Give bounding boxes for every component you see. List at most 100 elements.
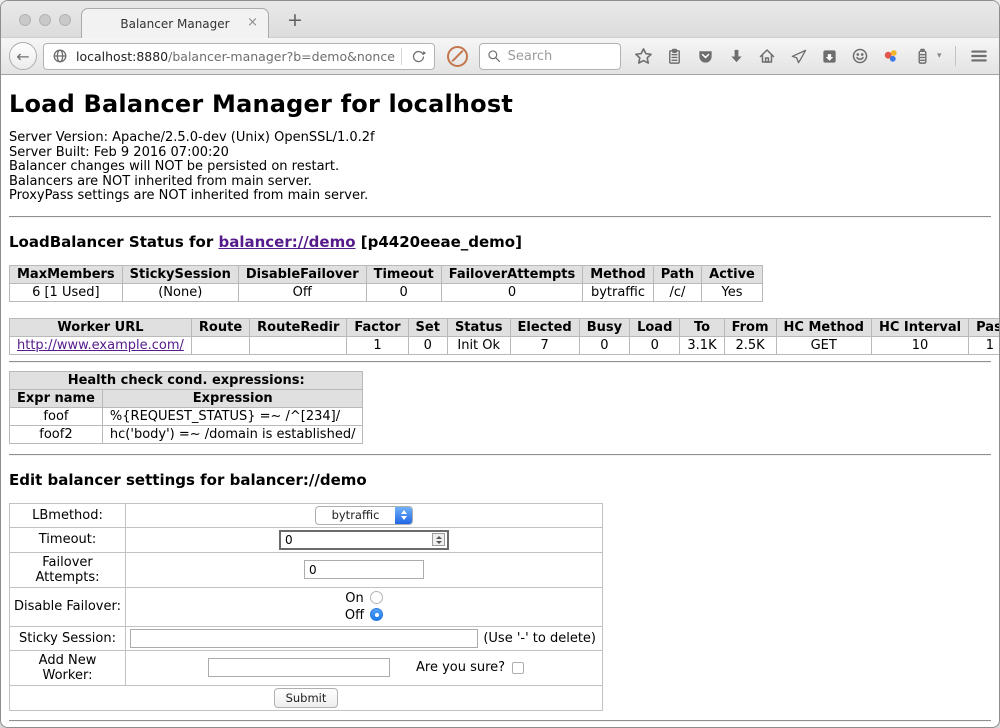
downloads-icon[interactable]	[726, 46, 746, 66]
health-row-foof2: foof2 hc('body') =~ /domain is establish…	[10, 425, 363, 443]
search-icon	[486, 46, 503, 66]
number-spinner-icon[interactable]	[432, 533, 445, 546]
cell-active: Yes	[702, 283, 763, 301]
add-worker-input[interactable]	[208, 658, 390, 677]
add-worker-row: Add New Worker: Are you sure?	[10, 650, 603, 685]
col-passes: Passes	[969, 318, 999, 336]
cell-method: bytraffic	[583, 283, 653, 301]
edit-settings-heading: Edit balancer settings for balancer://de…	[9, 471, 991, 489]
reading-list-icon[interactable]	[664, 46, 684, 66]
persist-notice-line: Balancer changes will NOT be persisted o…	[9, 160, 991, 175]
new-tab-button[interactable]: +	[281, 9, 309, 31]
blocker-extension-icon[interactable]	[447, 46, 468, 67]
tab-balancer-manager[interactable]: Balancer Manager ×	[81, 8, 269, 38]
divider	[9, 720, 991, 722]
toolbar-divider	[955, 46, 956, 66]
health-row-foof: foof %{REQUEST_STATUS} =~ /^[234]/	[10, 407, 363, 425]
col-status: Status	[447, 318, 510, 336]
tab-bar: Balancer Manager × +	[1, 1, 999, 37]
sticky-session-input[interactable]	[130, 629, 478, 648]
disable-failover-label: Disable Failover:	[10, 587, 126, 626]
feedback-smiley-icon[interactable]	[850, 46, 870, 66]
url-path: /balancer-manager?b=demo&nonce=decc37be-…	[168, 49, 395, 64]
lbmethod-select[interactable]: bytraffic	[315, 506, 413, 525]
cell-status: Init Ok	[447, 336, 510, 354]
search-input[interactable]	[508, 49, 614, 64]
cell-expression: %{REQUEST_STATUS} =~ /^[234]/	[102, 407, 363, 425]
sticky-session-hint: (Use '-' to delete)	[483, 631, 598, 646]
health-title-row: Health check cond. expressions:	[10, 371, 363, 389]
cell-timeout: 0	[366, 283, 441, 301]
zoom-window-button[interactable]	[59, 14, 71, 26]
edit-balancer-form: LBmethod: bytraffic Timeout:	[9, 503, 603, 711]
cell-expr-name: foof2	[10, 425, 103, 443]
cell-route	[191, 336, 249, 354]
cell-to: 3.1K	[680, 336, 724, 354]
reload-icon[interactable]	[408, 46, 428, 66]
search-bar[interactable]	[479, 43, 621, 70]
col-timeout: Timeout	[366, 265, 441, 283]
minimize-window-button[interactable]	[39, 14, 51, 26]
col-expression: Expression	[102, 389, 363, 407]
disable-failover-on-radio[interactable]	[370, 591, 383, 604]
url-text[interactable]: localhost:8880/balancer-manager?b=demo&n…	[76, 49, 395, 64]
lbmethod-selected-value: bytraffic	[316, 507, 395, 524]
col-hc-interval: HC Interval	[871, 318, 968, 336]
are-you-sure-checkbox[interactable]	[512, 662, 524, 674]
server-version-line: Server Version: Apache/2.5.0-dev (Unix) …	[9, 131, 991, 146]
home-icon[interactable]	[757, 46, 777, 66]
status-heading-prefix: LoadBalancer Status for	[9, 233, 218, 251]
col-from: From	[724, 318, 776, 336]
battery-extension-icon[interactable]	[912, 46, 932, 66]
reader-box-icon[interactable]	[819, 46, 839, 66]
bookmark-star-icon[interactable]	[633, 46, 653, 66]
colored-dots-extension-icon[interactable]	[881, 46, 901, 66]
cell-disablefailover: Off	[238, 283, 366, 301]
col-maxmembers: MaxMembers	[10, 265, 123, 283]
cell-hc-method: GET	[776, 336, 871, 354]
cell-worker-url: http://www.example.com/	[10, 336, 192, 354]
col-busy: Busy	[579, 318, 629, 336]
divider	[9, 361, 991, 363]
back-button[interactable]: ←	[9, 42, 37, 70]
menu-hamburger-icon[interactable]	[969, 46, 989, 66]
url-bar[interactable]: localhost:8880/balancer-manager?b=demo&n…	[43, 43, 435, 70]
failover-attempts-row: Failover Attempts:	[10, 552, 603, 587]
disable-failover-off-radio[interactable]	[370, 608, 383, 621]
inherit-notice-line: Balancers are NOT inherited from main se…	[9, 175, 991, 190]
cell-stickysession: (None)	[122, 283, 238, 301]
pocket-icon[interactable]	[695, 46, 715, 66]
health-check-table: Health check cond. expressions: Expr nam…	[9, 371, 363, 444]
cell-routeredir	[250, 336, 347, 354]
tab-close-icon[interactable]: ×	[247, 15, 258, 31]
timeout-input[interactable]	[279, 530, 449, 550]
send-tab-icon[interactable]	[788, 46, 808, 66]
worker-data-row: http://www.example.com/ 1 0 Init Ok 7 0 …	[10, 336, 1000, 354]
col-hc-method: HC Method	[776, 318, 871, 336]
col-to: To	[680, 318, 724, 336]
divider	[9, 216, 991, 218]
tab-title: Balancer Manager	[120, 17, 229, 31]
col-worker-url: Worker URL	[10, 318, 192, 336]
radio-off-label: Off	[345, 608, 364, 623]
col-elected: Elected	[510, 318, 579, 336]
proxypass-notice-line: ProxyPass settings are NOT inherited fro…	[9, 189, 991, 204]
are-you-sure-label: Are you sure?	[416, 660, 505, 675]
cell-maxmembers: 6 [1 Used]	[10, 283, 123, 301]
col-disablefailover: DisableFailover	[238, 265, 366, 283]
submit-button[interactable]: Submit	[274, 688, 339, 708]
balancer-demo-link[interactable]: balancer://demo	[218, 233, 355, 251]
col-active: Active	[702, 265, 763, 283]
overflow-caret-icon[interactable]: ▾	[937, 51, 942, 61]
navigation-toolbar: ← localhost:8880/balancer-manager?b=demo…	[1, 37, 999, 75]
window-controls[interactable]	[19, 14, 71, 26]
worker-url-link[interactable]: http://www.example.com/	[17, 338, 184, 353]
server-built-line: Server Built: Feb 9 2016 07:00:20	[9, 146, 991, 161]
failover-attempts-input[interactable]	[304, 560, 424, 579]
close-window-button[interactable]	[19, 14, 31, 26]
add-worker-label: Add New Worker:	[10, 650, 126, 685]
health-table-title: Health check cond. expressions:	[10, 371, 363, 389]
timeout-label: Timeout:	[10, 527, 126, 552]
sticky-session-label: Sticky Session:	[10, 626, 126, 650]
status-heading-suffix: [p4420eeae_demo]	[356, 233, 522, 251]
